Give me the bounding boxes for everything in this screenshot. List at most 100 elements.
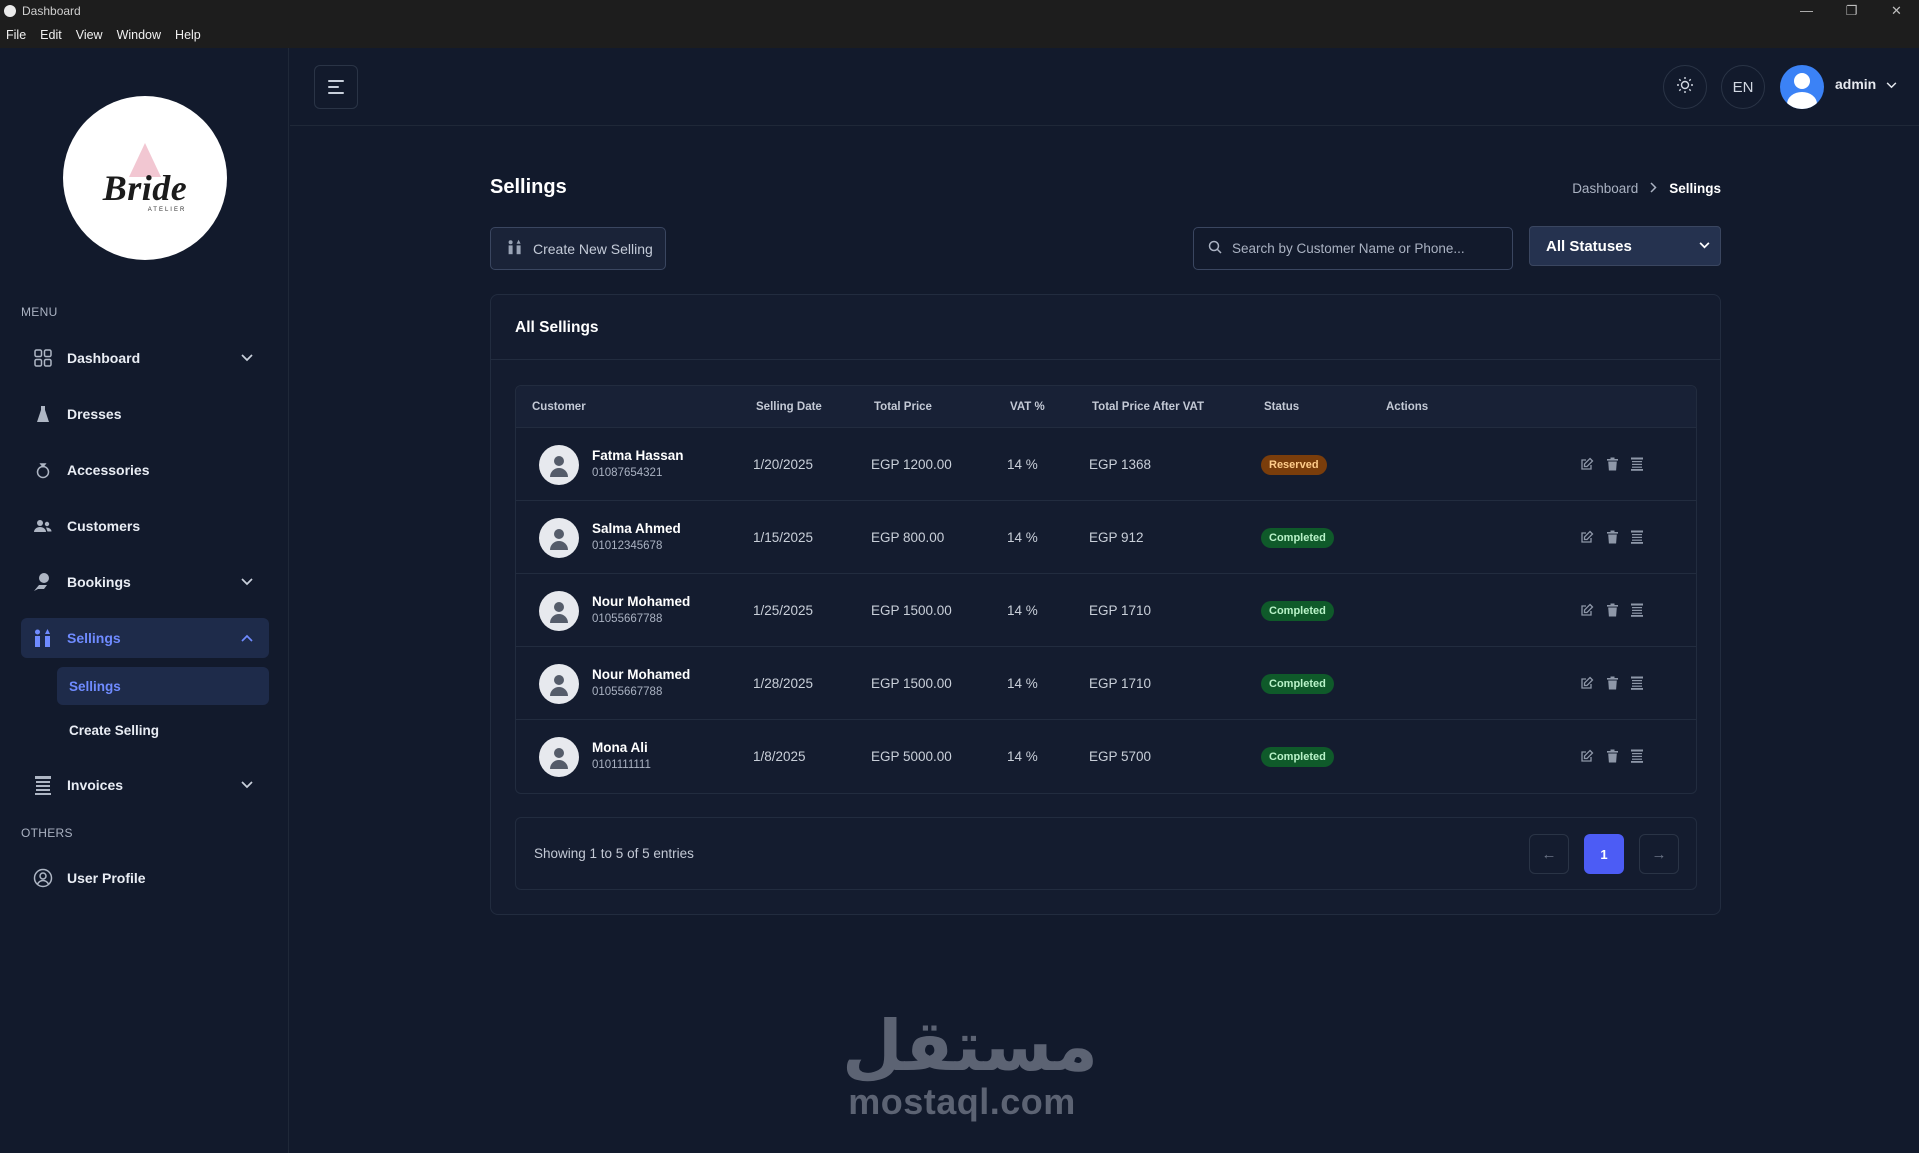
sidebar-item-dashboard[interactable]: Dashboard bbox=[21, 338, 269, 378]
sidebar-item-sellings[interactable]: Sellings bbox=[21, 618, 269, 658]
breadcrumb-home-link[interactable]: Dashboard bbox=[1572, 181, 1638, 196]
ring-icon bbox=[33, 460, 53, 480]
invoice-icon[interactable] bbox=[1629, 529, 1645, 545]
sidebar-item-accessories[interactable]: Accessories bbox=[21, 450, 269, 490]
row-actions bbox=[1579, 456, 1645, 472]
table-row[interactable]: Salma Ahmed 01012345678 1/15/2025 EGP 80… bbox=[516, 501, 1696, 574]
edit-icon[interactable] bbox=[1579, 456, 1595, 472]
total-price: EGP 1200.00 bbox=[871, 457, 952, 472]
menu-help[interactable]: Help bbox=[168, 28, 208, 42]
sidebar-item-user-profile[interactable]: User Profile bbox=[21, 858, 269, 898]
sidebar-item-label: Accessories bbox=[67, 462, 150, 478]
invoice-icon[interactable] bbox=[1629, 602, 1645, 618]
row-actions bbox=[1579, 675, 1645, 691]
theme-toggle-button[interactable] bbox=[1663, 65, 1707, 109]
chevron-down-icon bbox=[241, 351, 253, 365]
selling-date: 1/15/2025 bbox=[753, 530, 814, 545]
column-header-customer[interactable]: Customer bbox=[532, 401, 586, 413]
vat-percent: 14 % bbox=[1007, 603, 1038, 618]
table-row[interactable]: Fatma Hassan 01087654321 1/20/2025 EGP 1… bbox=[516, 428, 1696, 501]
sidebar-item-label: Invoices bbox=[67, 777, 124, 793]
sidebar-subitem-create-selling[interactable]: Create Selling bbox=[57, 711, 269, 749]
column-header-status[interactable]: Status bbox=[1264, 401, 1299, 413]
column-header-vat[interactable]: VAT % bbox=[1010, 401, 1045, 413]
menu-window[interactable]: Window bbox=[110, 28, 168, 42]
sidebar-subitem-sellings[interactable]: Sellings bbox=[57, 667, 269, 705]
entries-summary: Showing 1 to 5 of 5 entries bbox=[534, 846, 694, 861]
user-avatar[interactable] bbox=[1780, 65, 1824, 109]
sidebar-item-label: Bookings bbox=[67, 574, 131, 590]
grid-icon bbox=[33, 348, 53, 368]
restore-button[interactable]: ❐ bbox=[1829, 3, 1874, 19]
edit-icon[interactable] bbox=[1579, 602, 1595, 618]
customer-avatar bbox=[539, 591, 579, 631]
chevron-down-icon bbox=[241, 575, 253, 589]
previous-page-button[interactable]: ← bbox=[1529, 834, 1569, 874]
row-actions bbox=[1579, 602, 1645, 618]
column-header-total-price[interactable]: Total Price bbox=[874, 401, 932, 413]
delete-icon[interactable] bbox=[1604, 602, 1620, 618]
page-title: Sellings bbox=[490, 176, 567, 198]
search-input[interactable] bbox=[1232, 241, 1492, 256]
menu-edit[interactable]: Edit bbox=[33, 28, 69, 42]
delete-icon[interactable] bbox=[1604, 675, 1620, 691]
search-field[interactable] bbox=[1193, 227, 1513, 270]
status-badge: Completed bbox=[1261, 674, 1334, 694]
customer-phone: 01012345678 bbox=[592, 540, 663, 552]
sidebar-item-label: Dashboard bbox=[67, 350, 141, 366]
sidebar-toggle-button[interactable] bbox=[314, 65, 358, 109]
table-row[interactable]: Nour Mohamed 01055667788 1/25/2025 EGP 1… bbox=[516, 574, 1696, 647]
invoice-icon bbox=[33, 775, 53, 795]
delete-icon[interactable] bbox=[1604, 456, 1620, 472]
total-after-vat: EGP 912 bbox=[1089, 530, 1144, 545]
language-button[interactable]: EN bbox=[1721, 65, 1765, 109]
column-header-total-after-vat[interactable]: Total Price After VAT bbox=[1092, 401, 1204, 413]
menu-file[interactable]: File bbox=[0, 28, 33, 42]
page-1-button[interactable]: 1 bbox=[1584, 834, 1624, 874]
user-menu[interactable]: admin bbox=[1835, 76, 1897, 92]
table-row[interactable]: Nour Mohamed 01055667788 1/28/2025 EGP 1… bbox=[516, 647, 1696, 720]
invoice-icon[interactable] bbox=[1629, 456, 1645, 472]
delete-icon[interactable] bbox=[1604, 748, 1620, 764]
username-label: admin bbox=[1835, 76, 1877, 92]
column-header-selling-date[interactable]: Selling Date bbox=[756, 401, 822, 413]
breadcrumb: Dashboard Sellings bbox=[1572, 181, 1721, 196]
booking-icon bbox=[33, 572, 53, 592]
create-new-selling-button[interactable]: Create New Selling bbox=[490, 227, 666, 270]
delete-icon[interactable] bbox=[1604, 529, 1620, 545]
search-icon bbox=[1208, 240, 1222, 257]
minimize-button[interactable]: — bbox=[1784, 3, 1829, 19]
total-after-vat: EGP 5700 bbox=[1089, 749, 1152, 764]
total-after-vat: EGP 1710 bbox=[1089, 603, 1152, 618]
sidebar-item-bookings[interactable]: Bookings bbox=[21, 562, 269, 602]
total-price: EGP 800.00 bbox=[871, 530, 945, 545]
edit-icon[interactable] bbox=[1579, 675, 1595, 691]
edit-icon[interactable] bbox=[1579, 748, 1595, 764]
watermark-latin: mostaql.com bbox=[848, 1081, 1076, 1122]
logo-text: Bride bbox=[102, 168, 188, 208]
table-row[interactable]: Mona Ali 0101111111 1/8/2025 EGP 5000.00… bbox=[516, 720, 1696, 793]
status-badge: Completed bbox=[1261, 601, 1334, 621]
menu-view[interactable]: View bbox=[69, 28, 110, 42]
brand-logo[interactable]: Bride ATELIER bbox=[63, 96, 227, 260]
close-button[interactable]: ✕ bbox=[1874, 3, 1919, 19]
invoice-icon[interactable] bbox=[1629, 748, 1645, 764]
sidebar-item-invoices[interactable]: Invoices bbox=[21, 765, 269, 805]
next-page-button[interactable]: → bbox=[1639, 834, 1679, 874]
dress-icon bbox=[33, 404, 53, 424]
customer-name: Nour Mohamed bbox=[592, 667, 691, 682]
invoice-icon[interactable] bbox=[1629, 675, 1645, 691]
users-icon bbox=[33, 516, 53, 536]
status-filter-value: All Statuses bbox=[1546, 237, 1632, 255]
status-filter-select[interactable]: All Statuses bbox=[1529, 226, 1721, 266]
edit-icon[interactable] bbox=[1579, 529, 1595, 545]
customer-avatar bbox=[539, 664, 579, 704]
sidebar-item-customers[interactable]: Customers bbox=[21, 506, 269, 546]
vat-percent: 14 % bbox=[1007, 676, 1038, 691]
sidebar: Bride ATELIER MENU Dashboard Dresses Acc… bbox=[0, 48, 289, 1153]
window-title: Dashboard bbox=[22, 4, 81, 18]
sidebar-item-dresses[interactable]: Dresses bbox=[21, 394, 269, 434]
total-price: EGP 1500.00 bbox=[871, 603, 952, 618]
menu-section-label: MENU bbox=[21, 305, 58, 319]
sellings-icon bbox=[33, 628, 53, 648]
